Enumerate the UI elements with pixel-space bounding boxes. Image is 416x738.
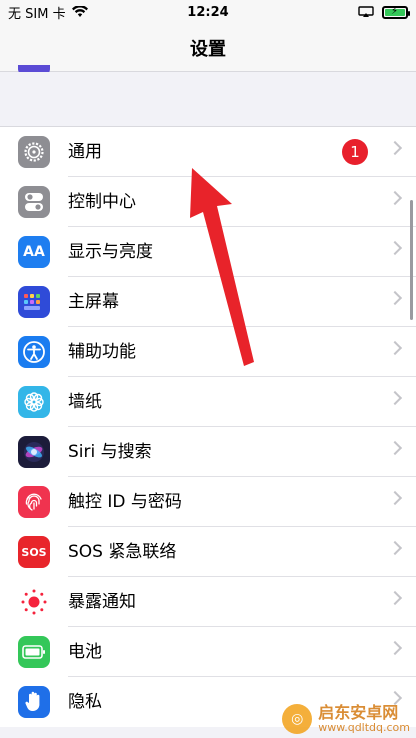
settings-row-general[interactable]: 通用 1 xyxy=(0,127,416,177)
watermark: ◎ 启东安卓网 www.qdltdq.com xyxy=(282,704,410,734)
settings-row-label: 墙纸 xyxy=(68,377,416,427)
sos-icon: SOS xyxy=(18,536,50,568)
settings-row-emergency-sos[interactable]: SOS SOS 紧急联络 xyxy=(0,527,416,577)
text-size-icon: AA xyxy=(18,236,50,268)
hand-icon xyxy=(18,686,50,718)
home-grid-icon xyxy=(18,286,50,318)
settings-row-label: 辅助功能 xyxy=(68,327,416,377)
settings-row-label: SOS 紧急联络 xyxy=(68,527,416,577)
watermark-title: 启东安卓网 xyxy=(318,702,399,722)
settings-row-label: 主屏幕 xyxy=(68,277,416,327)
settings-row-wallpaper[interactable]: 墙纸 xyxy=(0,377,416,427)
settings-row-label: 显示与亮度 xyxy=(68,227,416,277)
watermark-logo-icon: ◎ xyxy=(282,704,313,734)
fingerprint-icon xyxy=(18,486,50,518)
watermark-text: 启东安卓网 www.qdltdq.com xyxy=(318,702,410,734)
settings-row-label: Siri 与搜索 xyxy=(68,427,416,477)
gear-icon xyxy=(18,136,50,168)
settings-row-accessibility[interactable]: 辅助功能 xyxy=(0,327,416,377)
toggle-icon xyxy=(18,186,50,218)
page-title: 设置 xyxy=(190,38,226,60)
settings-list: 通用 1 控制中心 AA 显示与亮度 主屏幕 辅助功能 墙纸 Siri 与搜索 … xyxy=(0,126,416,727)
settings-row-exposure-notifications[interactable]: 暴露通知 xyxy=(0,577,416,627)
status-time: 12:24 xyxy=(187,4,229,20)
settings-row-label: 触控 ID 与密码 xyxy=(68,477,416,527)
group-separator xyxy=(0,72,416,126)
exposure-dots-icon xyxy=(18,586,50,618)
flower-icon xyxy=(18,386,50,418)
nav-bar: 设置 xyxy=(0,24,416,75)
watermark-url: www.qdltdq.com xyxy=(318,720,410,734)
settings-row-label: 电池 xyxy=(68,627,416,677)
accessibility-icon xyxy=(18,336,50,368)
settings-row-label: 暴露通知 xyxy=(68,577,416,627)
battery-icon xyxy=(18,636,50,668)
sos-icon-label: SOS xyxy=(21,545,47,559)
settings-row-battery[interactable]: 电池 xyxy=(0,627,416,677)
settings-row-home-screen[interactable]: 主屏幕 xyxy=(0,277,416,327)
text-size-icon-label: AA xyxy=(23,244,45,260)
settings-row-display-brightness[interactable]: AA 显示与亮度 xyxy=(0,227,416,277)
settings-row-label: 控制中心 xyxy=(68,177,416,227)
settings-row-siri-search[interactable]: Siri 与搜索 xyxy=(0,427,416,477)
scroll-indicator[interactable] xyxy=(410,200,413,320)
notification-badge: 1 xyxy=(342,139,368,165)
status-bar: 无 SIM 卡 12:24 ⚡ xyxy=(0,0,416,24)
battery-icon: ⚡ xyxy=(382,5,410,19)
settings-row-control-center[interactable]: 控制中心 xyxy=(0,177,416,227)
settings-row-touch-id-passcode[interactable]: 触控 ID 与密码 xyxy=(0,477,416,527)
siri-icon xyxy=(18,436,50,468)
